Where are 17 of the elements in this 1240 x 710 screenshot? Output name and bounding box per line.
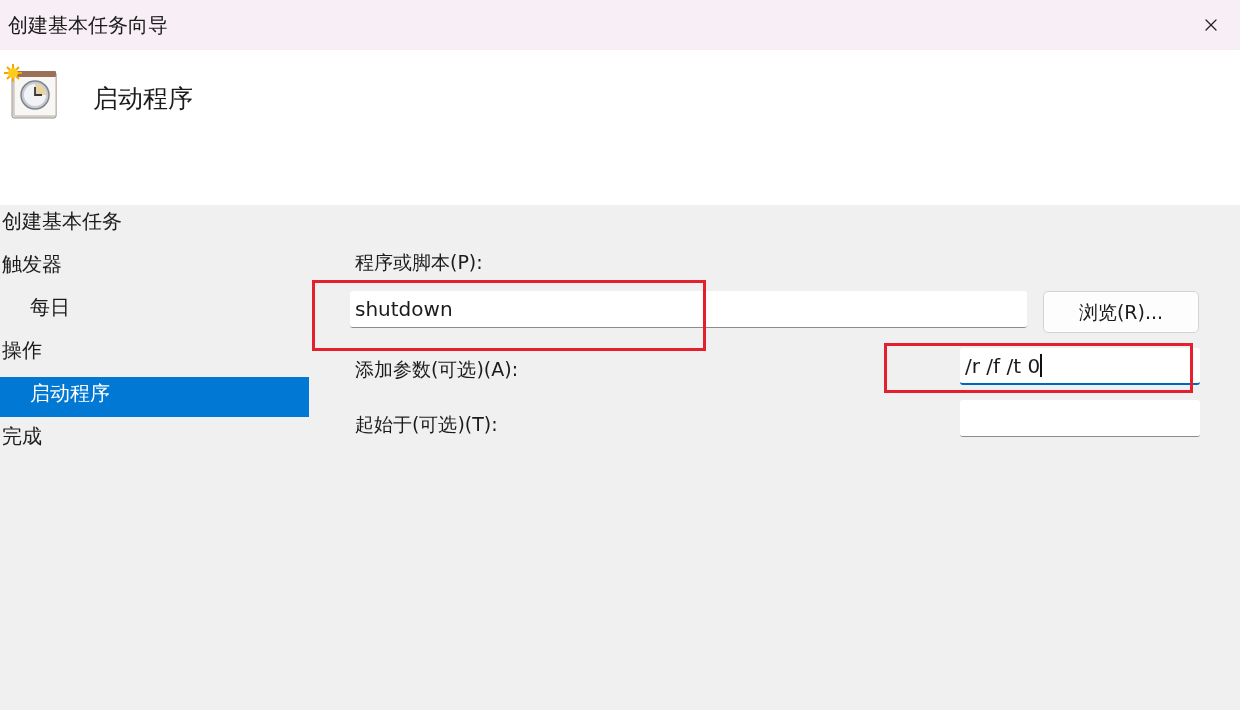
browse-button[interactable]: 浏览(R)... (1043, 291, 1199, 333)
input-field[interactable]: shutdown (350, 291, 1027, 328)
wizard-step[interactable]: 触发器 (0, 248, 309, 288)
window-title: 创建基本任务向导 (8, 12, 168, 39)
wizard-step[interactable]: 操作 (0, 334, 309, 374)
wizard-step[interactable]: 每日 (0, 291, 309, 331)
calendar-clock-icon (4, 64, 57, 119)
text-cursor-icon (1040, 354, 1043, 377)
field-label: 起始于(可选)(T): (354, 412, 498, 437)
input-field[interactable]: /r /f /t 0 (960, 348, 1200, 385)
input-field[interactable] (960, 400, 1200, 437)
wizard-step[interactable]: 创建基本任务 (0, 205, 309, 245)
field-label: 程序或脚本(P): (354, 250, 484, 275)
wizard-step[interactable]: 完成 (0, 420, 309, 460)
wizard-step[interactable]: 启动程序 (0, 377, 309, 417)
page-heading: 启动程序 (93, 83, 193, 115)
field-label: 添加参数(可选)(A): (354, 357, 519, 382)
